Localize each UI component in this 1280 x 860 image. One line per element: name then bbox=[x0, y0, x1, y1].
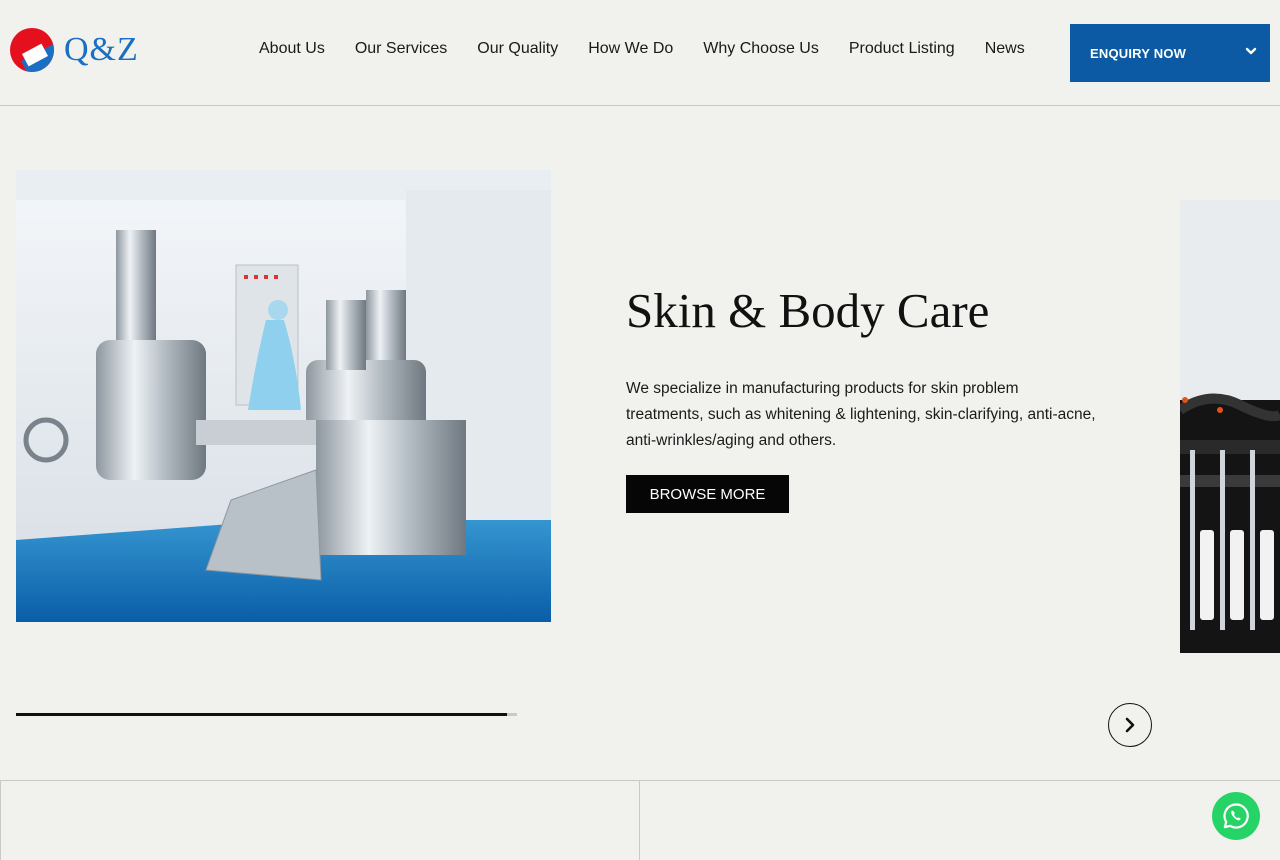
slide-title: Skin & Body Care bbox=[626, 283, 990, 338]
nav-product-listing[interactable]: Product Listing bbox=[849, 40, 955, 58]
main-nav: About Us Our Services Our Quality How We… bbox=[259, 40, 1055, 58]
logo-mark-icon bbox=[10, 28, 54, 72]
nav-our-quality[interactable]: Our Quality bbox=[477, 40, 558, 58]
nav-news[interactable]: News bbox=[985, 40, 1025, 58]
feature-cards-row bbox=[0, 780, 1280, 860]
slide-progress-fill bbox=[16, 713, 507, 716]
browse-more-button[interactable]: BROWSE MORE bbox=[626, 475, 789, 513]
factory-mixing-room-image bbox=[16, 170, 551, 622]
enquiry-now-button[interactable]: ENQUIRY NOW bbox=[1070, 24, 1270, 82]
slide-progress-bar bbox=[16, 713, 517, 716]
bottling-line-image bbox=[1180, 200, 1280, 653]
site-logo[interactable]: Q&Z bbox=[10, 28, 139, 72]
slider-next-button[interactable] bbox=[1108, 703, 1152, 747]
slide-description: We specialize in manufacturing products … bbox=[626, 380, 1096, 449]
nav-about-us[interactable]: About Us bbox=[259, 40, 325, 58]
feature-card[interactable] bbox=[0, 781, 640, 860]
feature-card[interactable] bbox=[639, 781, 1280, 860]
nav-how-we-do[interactable]: How We Do bbox=[588, 40, 673, 58]
logo-text: Q&Z bbox=[64, 31, 139, 68]
whatsapp-button[interactable] bbox=[1212, 792, 1260, 840]
nav-why-choose-us[interactable]: Why Choose Us bbox=[703, 40, 819, 58]
whatsapp-icon bbox=[1223, 803, 1249, 829]
chevron-right-icon bbox=[1125, 717, 1135, 733]
enquiry-label: ENQUIRY NOW bbox=[1090, 45, 1187, 61]
nav-our-services[interactable]: Our Services bbox=[355, 40, 447, 58]
site-header: Q&Z About Us Our Services Our Quality Ho… bbox=[0, 0, 1280, 106]
chevron-down-icon bbox=[1245, 47, 1257, 55]
